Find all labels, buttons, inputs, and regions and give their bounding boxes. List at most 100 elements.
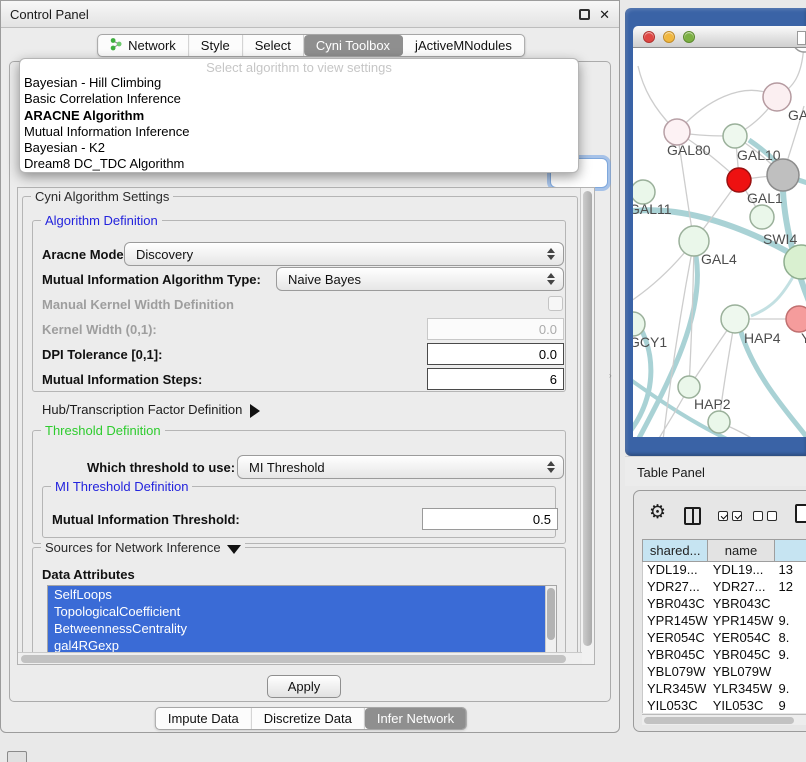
table-cell[interactable]: YBL079W bbox=[643, 664, 709, 681]
network-window-titlebar[interactable] bbox=[633, 26, 806, 48]
table-row[interactable]: YIL053CYIL053C9 bbox=[643, 698, 806, 713]
data-attributes-list[interactable]: SelfLoopsTopologicalCoefficientBetweenne… bbox=[47, 585, 557, 654]
network-node-y[interactable] bbox=[786, 306, 806, 332]
mi-algorithm-type-combobox[interactable]: Naive Bayes bbox=[276, 267, 564, 291]
table-cell[interactable]: 12 bbox=[775, 579, 806, 596]
table-cell[interactable] bbox=[775, 664, 806, 681]
zoom-window-icon[interactable] bbox=[683, 31, 695, 43]
network-scrollbar-partial[interactable] bbox=[797, 31, 806, 45]
sources-label[interactable]: Sources for Network Inference bbox=[41, 540, 245, 555]
table-cell[interactable]: YER054C bbox=[709, 630, 775, 647]
table-row[interactable]: YBR045CYBR045C9. bbox=[643, 647, 806, 664]
panel-resize-handle[interactable]: › bbox=[609, 371, 614, 380]
columns-icon[interactable] bbox=[684, 507, 701, 525]
table-cell[interactable] bbox=[775, 596, 806, 613]
tab-select[interactable]: Select bbox=[243, 35, 304, 56]
kernel-width-value: 0.0 bbox=[539, 322, 557, 337]
dpi-tolerance-field[interactable]: 0.0 bbox=[427, 343, 564, 365]
network-canvas[interactable]: GALGAL80GAL10GAL1GAL11SWI4GAL4GCY1HAP4YH… bbox=[633, 48, 806, 437]
network-node[interactable] bbox=[767, 159, 799, 191]
tab-cyni-toolbox[interactable]: Cyni Toolbox bbox=[304, 35, 403, 56]
attributes-scrollbar[interactable] bbox=[545, 586, 556, 653]
table-row[interactable]: YBR043CYBR043C bbox=[643, 596, 806, 613]
algorithm-option-bayesian-hill-climbing[interactable]: Bayesian - Hill Climbing bbox=[20, 75, 578, 91]
table-cell[interactable]: YPR145W bbox=[643, 613, 709, 630]
network-node-gal10[interactable] bbox=[723, 124, 747, 148]
combo-stepper-icon bbox=[547, 273, 555, 285]
column-header-name[interactable]: name bbox=[708, 539, 774, 562]
minimize-window-icon[interactable] bbox=[663, 31, 675, 43]
table-cell[interactable]: YDL19... bbox=[643, 562, 709, 579]
table-row[interactable]: YLR345WYLR345W9. bbox=[643, 681, 806, 698]
table-cell[interactable]: YBR045C bbox=[709, 647, 775, 664]
table-cell[interactable]: YDR27... bbox=[709, 579, 775, 596]
settings-vertical-scrollbar[interactable] bbox=[580, 188, 594, 664]
kernel-width-field[interactable]: 0.0 bbox=[427, 318, 564, 340]
algorithm-option-aracne-algorithm[interactable]: ARACNE Algorithm bbox=[20, 108, 578, 124]
table-cell[interactable]: 13 bbox=[775, 562, 806, 579]
deselect-all-icon[interactable] bbox=[753, 511, 777, 521]
network-node-gal1[interactable] bbox=[727, 168, 751, 192]
tab-infer-network[interactable]: Infer Network bbox=[365, 708, 466, 729]
gear-icon[interactable]: ⚙ bbox=[649, 503, 666, 522]
table-cell[interactable]: YBR045C bbox=[643, 647, 709, 664]
table-cell[interactable]: YBR043C bbox=[709, 596, 775, 613]
tab-impute-data[interactable]: Impute Data bbox=[156, 708, 252, 729]
apply-button[interactable]: Apply bbox=[267, 675, 341, 698]
table-cell[interactable]: YIL053C bbox=[643, 698, 709, 713]
table-row[interactable]: YDL19...YDL19...13 bbox=[643, 562, 806, 579]
column-header-2[interactable] bbox=[775, 539, 806, 562]
mi-steps-field[interactable]: 6 bbox=[427, 368, 564, 390]
table-row[interactable]: YDR27...YDR27...12 bbox=[643, 579, 806, 596]
settings-horizontal-scrollbar[interactable] bbox=[18, 652, 582, 664]
column-header-shared-[interactable]: shared... bbox=[642, 539, 708, 562]
table-cell[interactable]: 9. bbox=[775, 681, 806, 698]
table-cell[interactable]: YBR043C bbox=[643, 596, 709, 613]
attribute-item-selfloops[interactable]: SelfLoops bbox=[48, 586, 545, 603]
algorithm-option-mutual-information-inference[interactable]: Mutual Information Inference bbox=[20, 124, 578, 140]
network-node[interactable] bbox=[708, 411, 730, 433]
table-horizontal-scrollbar[interactable] bbox=[642, 714, 806, 725]
minimized-panel-icon[interactable] bbox=[7, 751, 27, 762]
table-cell[interactable]: 9. bbox=[775, 647, 806, 664]
table-cell[interactable]: YIL053C bbox=[709, 698, 775, 713]
table-cell[interactable]: 9. bbox=[775, 613, 806, 630]
table-row[interactable]: YBL079WYBL079W bbox=[643, 664, 806, 681]
tab-discretize-data[interactable]: Discretize Data bbox=[252, 708, 365, 729]
select-all-icon[interactable] bbox=[718, 511, 742, 521]
table-row[interactable]: YPR145WYPR145W9. bbox=[643, 613, 806, 630]
algorithm-option-bayesian-k2[interactable]: Bayesian - K2 bbox=[20, 140, 578, 156]
mi-threshold-field[interactable]: 0.5 bbox=[422, 508, 558, 530]
algorithm-option-basic-correlation-inference[interactable]: Basic Correlation Inference bbox=[20, 91, 578, 107]
tab-network[interactable]: Network bbox=[98, 35, 189, 56]
manual-kernel-width-checkbox[interactable] bbox=[548, 296, 563, 311]
network-node-gal[interactable] bbox=[763, 83, 791, 111]
table-cell[interactable]: YLR345W bbox=[709, 681, 775, 698]
mi-steps-label: Mutual Information Steps: bbox=[42, 372, 202, 387]
table-cell[interactable]: 8. bbox=[775, 630, 806, 647]
network-node[interactable] bbox=[750, 205, 774, 229]
network-node-hap2[interactable] bbox=[678, 376, 700, 398]
table-cell[interactable]: YDR27... bbox=[643, 579, 709, 596]
attribute-item-betweennesscentrality[interactable]: BetweennessCentrality bbox=[48, 620, 545, 637]
network-node[interactable] bbox=[793, 48, 806, 52]
tab-jactivemnodules[interactable]: jActiveMNodules bbox=[403, 35, 524, 56]
table-cell[interactable]: YLR345W bbox=[643, 681, 709, 698]
table-cell[interactable]: YDL19... bbox=[709, 562, 775, 579]
new-table-icon[interactable] bbox=[795, 504, 806, 523]
algorithm-option-dream8-dc-tdc-algorithm[interactable]: Dream8 DC_TDC Algorithm bbox=[20, 156, 578, 172]
table-cell[interactable]: YBL079W bbox=[709, 664, 775, 681]
which-threshold-combobox[interactable]: MI Threshold bbox=[237, 455, 564, 479]
aracne-mode-combobox[interactable]: Discovery bbox=[124, 242, 564, 266]
network-node-hap4[interactable] bbox=[721, 305, 749, 333]
attribute-item-topologicalcoefficient[interactable]: TopologicalCoefficient bbox=[48, 603, 545, 620]
table-row[interactable]: YER054CYER054C8. bbox=[643, 630, 806, 647]
table-cell[interactable]: YPR145W bbox=[709, 613, 775, 630]
hub-definition-expander[interactable]: Hub/Transcription Factor Definition bbox=[42, 402, 260, 418]
table-cell[interactable]: YER054C bbox=[643, 630, 709, 647]
close-icon[interactable]: ✕ bbox=[599, 8, 610, 21]
tab-style[interactable]: Style bbox=[189, 35, 243, 56]
close-window-icon[interactable] bbox=[643, 31, 655, 43]
table-cell[interactable]: 9 bbox=[775, 698, 806, 713]
float-panel-icon[interactable] bbox=[579, 9, 590, 20]
